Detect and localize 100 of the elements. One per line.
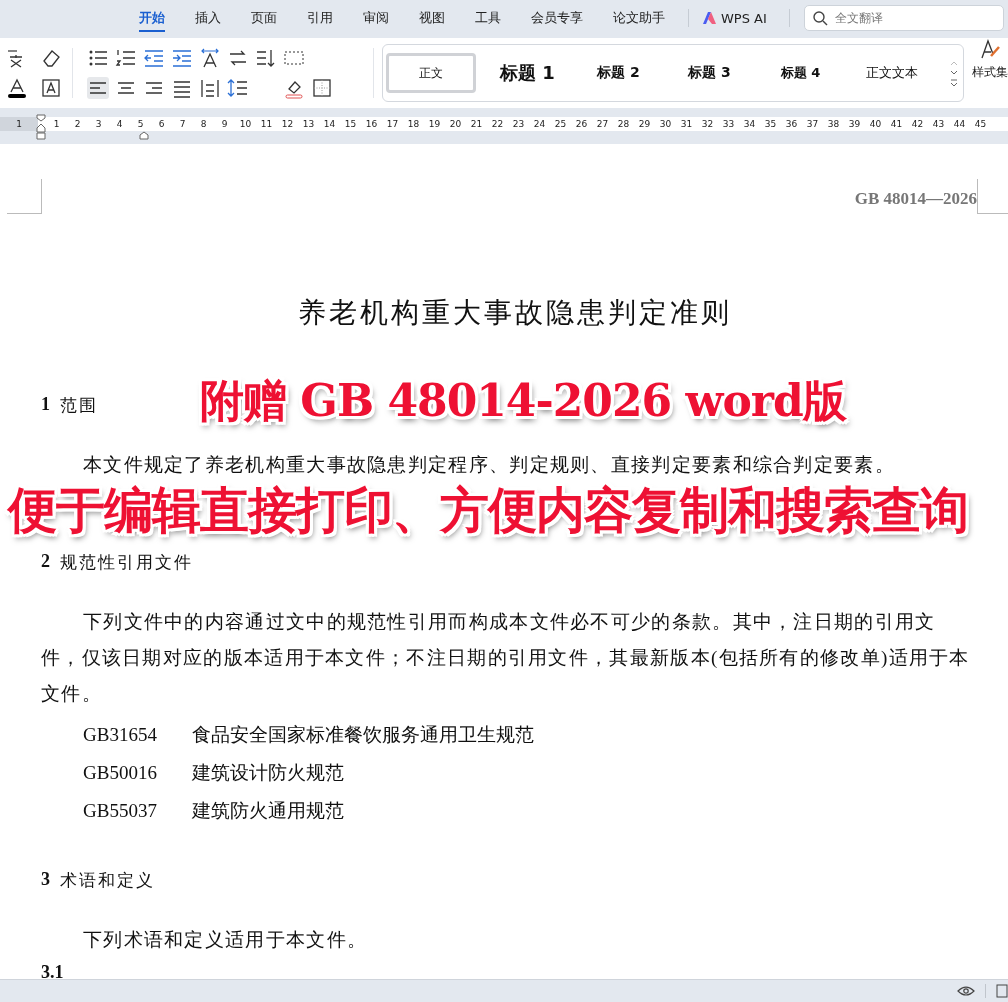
menu-tab[interactable]: 审阅 bbox=[348, 0, 404, 36]
style-set-button[interactable]: 样式集 bbox=[964, 38, 1008, 108]
ruler-number: 1 bbox=[0, 117, 38, 131]
body-paragraph: 下列文件中的内容通过文中的规范性引用而构成本文件必不可少的条款。其中，注日期的引用文件，仅该日期对应的版本适用于本文件；不注日期的引用文件，其最新版本(包括所有的修改单)适用于本文件。 bbox=[41, 610, 971, 706]
ruler-number: 43 bbox=[931, 119, 946, 129]
ruler-number: 31 bbox=[679, 119, 694, 129]
ruler-number: 6 bbox=[157, 119, 166, 129]
ruler-number: 20 bbox=[448, 119, 463, 129]
ruler-number: 21 bbox=[469, 119, 484, 129]
ruler-number: 19 bbox=[427, 119, 442, 129]
ruler-number: 33 bbox=[721, 119, 736, 129]
reference-code: GB50016 bbox=[83, 761, 158, 785]
ruler-number: 30 bbox=[658, 119, 673, 129]
reference-code: GB55037 bbox=[83, 799, 158, 823]
section-heading: 范围 bbox=[60, 394, 98, 417]
menu-tab[interactable]: 开始 bbox=[124, 0, 180, 36]
ruler-number: 27 bbox=[595, 119, 610, 129]
promo-banner-text: 附赠 GB 48014-2026 word版 bbox=[200, 374, 846, 428]
character-border-icon[interactable] bbox=[40, 77, 62, 99]
reference-title: 建筑防火通用规范 bbox=[192, 799, 344, 823]
expand-gallery-icon[interactable] bbox=[949, 79, 959, 87]
menu-tab[interactable]: 引用 bbox=[292, 0, 348, 36]
increase-indent-icon[interactable] bbox=[171, 47, 193, 69]
distributed-align-icon[interactable] bbox=[199, 77, 221, 99]
ruler-number: 26 bbox=[574, 119, 589, 129]
numbered-list-icon[interactable] bbox=[115, 47, 137, 69]
ruler-number: 13 bbox=[301, 119, 316, 129]
ruler-number: 12 bbox=[280, 119, 295, 129]
body-paragraph: 下列术语和定义适用于本文件。 bbox=[82, 928, 369, 952]
ruler-number: 39 bbox=[847, 119, 862, 129]
section-heading: 规范性引用文件 bbox=[60, 551, 193, 574]
ruler-number: 8 bbox=[199, 119, 208, 129]
ruler-number: 1 bbox=[52, 119, 61, 129]
ruler-number: 22 bbox=[490, 119, 505, 129]
ruler-number: 14 bbox=[322, 119, 337, 129]
ruler-number: 37 bbox=[805, 119, 820, 129]
line-spacing-icon[interactable] bbox=[227, 77, 249, 99]
ruler-number: 32 bbox=[700, 119, 715, 129]
body-paragraph: 本文件规定了养老机构重大事故隐患判定程序、判定规则、直接判定要素和综合判定要素。 bbox=[82, 453, 896, 477]
eye-icon[interactable] bbox=[957, 985, 975, 997]
ruler-number: 38 bbox=[826, 119, 841, 129]
menu-tab[interactable]: 页面 bbox=[236, 0, 292, 36]
ruler-number: 9 bbox=[220, 119, 229, 129]
page-corner-mark bbox=[977, 179, 1008, 214]
document-title: 养老机构重大事故隐患判定准则 bbox=[297, 295, 733, 331]
ruler-number: 3 bbox=[94, 119, 103, 129]
scroll-down-icon[interactable] bbox=[949, 69, 959, 77]
search-field[interactable]: 全文翻译 bbox=[803, 5, 1004, 31]
ruler-number: 24 bbox=[532, 119, 547, 129]
ruler-number: 4 bbox=[115, 119, 124, 129]
page-view-icon[interactable] bbox=[996, 984, 1008, 998]
ruler-number: 42 bbox=[910, 119, 925, 129]
ruler-number: 40 bbox=[868, 119, 883, 129]
ruler-number: 17 bbox=[385, 119, 400, 129]
menu-tab[interactable]: 工具 bbox=[460, 0, 516, 36]
reference-title: 建筑设计防火规范 bbox=[192, 761, 344, 785]
style-option[interactable]: 正文 bbox=[386, 53, 476, 93]
page-corner-mark bbox=[7, 179, 42, 214]
ruler-number: 35 bbox=[763, 119, 778, 129]
menu-tab[interactable]: 插入 bbox=[180, 0, 236, 36]
sort-icon[interactable] bbox=[255, 47, 277, 69]
reference-title: 食品安全国家标准餐饮服务通用卫生规范 bbox=[192, 723, 534, 747]
header-code: GB 48014—2026 bbox=[854, 189, 977, 209]
ruler-number: 16 bbox=[364, 119, 379, 129]
ruler-number: 34 bbox=[742, 119, 757, 129]
indent-marker-icon[interactable] bbox=[36, 114, 46, 140]
section-number: 2 bbox=[41, 551, 50, 573]
ruler-number: 2 bbox=[73, 119, 82, 129]
style-option[interactable]: 标题 1 bbox=[482, 53, 573, 93]
ruler-number: 29 bbox=[637, 119, 652, 129]
ruler-number: 36 bbox=[784, 119, 799, 129]
ai-logo-icon bbox=[701, 11, 717, 25]
tab-marker-icon[interactable] bbox=[139, 131, 149, 140]
ruler-number: 15 bbox=[343, 119, 358, 129]
ruler-number: 25 bbox=[553, 119, 568, 129]
style-option[interactable]: 标题 4 bbox=[755, 53, 846, 93]
style-option[interactable]: 正文文本 bbox=[846, 53, 937, 93]
style-option[interactable]: 标题 2 bbox=[573, 53, 664, 93]
ruler-number: 5 bbox=[136, 119, 145, 129]
menu-tab[interactable]: 会员专享 bbox=[516, 0, 598, 36]
ruler-number: 7 bbox=[178, 119, 187, 129]
ruler-number: 10 bbox=[238, 119, 253, 129]
ruler-number: 18 bbox=[406, 119, 421, 129]
menu-tab[interactable]: 论文助手 bbox=[598, 0, 680, 36]
style-option[interactable]: 标题 3 bbox=[664, 53, 755, 93]
ruler-number: 44 bbox=[952, 119, 967, 129]
font-color-icon[interactable] bbox=[6, 77, 28, 99]
style-brush-icon bbox=[979, 38, 1001, 60]
character-scale-icon[interactable] bbox=[199, 47, 221, 69]
decrease-indent-icon[interactable] bbox=[143, 47, 165, 69]
wps-ai-tab[interactable]: WPS AI bbox=[697, 10, 781, 26]
menu-tab[interactable]: 视图 bbox=[404, 0, 460, 36]
ruler-number: 11 bbox=[259, 119, 274, 129]
section-heading: 术语和定义 bbox=[60, 869, 155, 892]
ruler-number: 45 bbox=[973, 119, 988, 129]
align-left-button[interactable] bbox=[87, 77, 109, 99]
borders-icon[interactable] bbox=[311, 77, 333, 99]
search-icon bbox=[812, 11, 828, 26]
ruler-number: 23 bbox=[511, 119, 526, 129]
ruler-number: 28 bbox=[616, 119, 631, 129]
